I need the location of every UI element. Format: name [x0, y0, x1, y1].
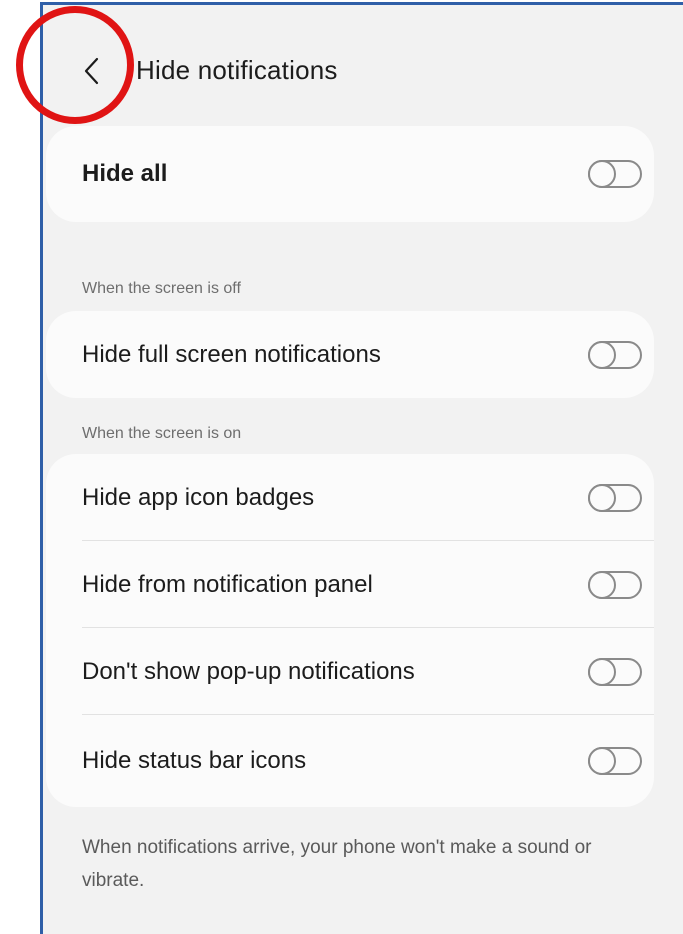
setting-row-hide-status-bar-icons[interactable]: Hide status bar icons — [46, 715, 654, 807]
settings-screen: Hide notifications Hide all When the scr… — [40, 2, 683, 934]
section-header-screen-off: When the screen is off — [82, 280, 241, 297]
toggle-knob — [588, 747, 616, 775]
chevron-left-icon — [84, 57, 99, 85]
section-header-screen-on: When the screen is on — [82, 425, 242, 442]
setting-label: Don't show pop-up notifications — [82, 657, 415, 685]
setting-row-hide-app-icon-badges[interactable]: Hide app icon badges — [46, 454, 654, 541]
dont-show-popup-toggle[interactable] — [588, 657, 642, 686]
top-app-bar: Hide notifications — [43, 5, 683, 125]
setting-row-hide-from-notification-panel[interactable]: Hide from notification panel — [46, 541, 654, 628]
setting-label: Hide from notification panel — [82, 570, 373, 598]
setting-row-dont-show-popup[interactable]: Don't show pop-up notifications — [46, 628, 654, 715]
hide-app-icon-badges-toggle[interactable] — [588, 483, 642, 512]
hide-all-row[interactable]: Hide all — [46, 126, 654, 222]
page-title: Hide notifications — [136, 55, 338, 85]
hide-all-label: Hide all — [82, 160, 168, 187]
hide-status-bar-icons-toggle[interactable] — [588, 747, 642, 775]
setting-label: Hide full screen notifications — [82, 340, 381, 368]
hide-all-toggle[interactable] — [588, 160, 642, 188]
hide-from-notification-panel-toggle[interactable] — [588, 570, 642, 599]
setting-label: Hide status bar icons — [82, 747, 307, 774]
toggle-knob — [588, 483, 616, 512]
footnote-text: When notifications arrive, your phone wo… — [82, 837, 592, 891]
hide-full-screen-toggle[interactable] — [588, 340, 642, 369]
toggle-knob — [588, 160, 616, 188]
setting-row-hide-full-screen[interactable]: Hide full screen notifications — [46, 311, 654, 398]
toggle-knob — [588, 340, 616, 369]
toggle-knob — [588, 657, 616, 686]
back-button[interactable] — [77, 51, 107, 91]
setting-label: Hide app icon badges — [82, 483, 315, 511]
screen-on-card: Hide app icon badges Hide from notificat… — [46, 454, 654, 807]
screen-off-card: Hide full screen notifications — [46, 311, 654, 398]
toggle-knob — [588, 570, 616, 599]
hide-all-card: Hide all — [46, 126, 654, 222]
